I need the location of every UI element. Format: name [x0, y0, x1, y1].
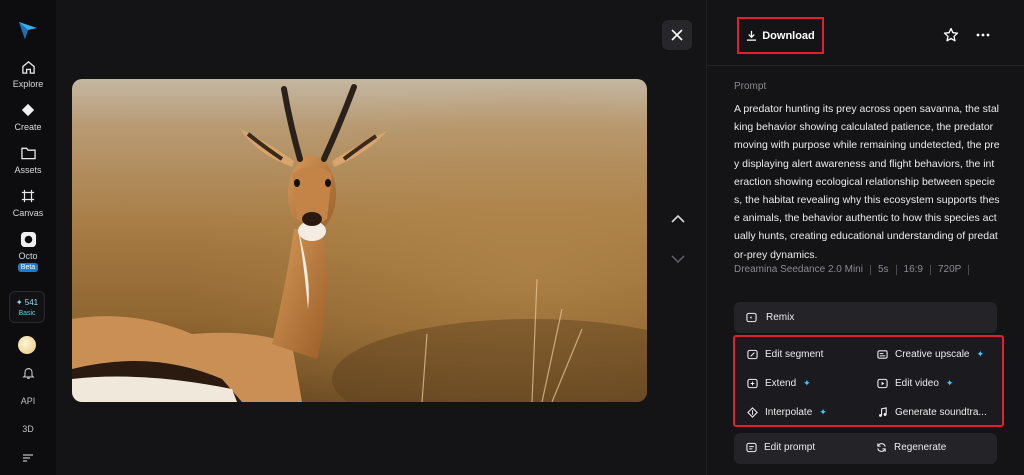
close-button[interactable] — [662, 20, 692, 50]
generate-soundtrack-button[interactable]: Generate soundtra... — [877, 407, 987, 418]
extend-icon — [747, 378, 758, 389]
beta-badge: Beta — [17, 263, 39, 272]
menu-button[interactable] — [0, 453, 56, 463]
more-options-icon[interactable] — [975, 27, 991, 43]
diamond-icon — [19, 101, 37, 119]
aspect-ratio: 16:9 — [903, 264, 923, 275]
3d-link[interactable]: 3D — [0, 424, 56, 434]
octo-icon — [19, 230, 37, 248]
divider — [895, 264, 897, 275]
edit-prompt-icon — [746, 442, 757, 453]
edit-prompt-label: Edit prompt — [764, 442, 816, 453]
avatar[interactable] — [18, 336, 36, 354]
bell-icon — [21, 368, 35, 379]
download-icon — [747, 30, 757, 41]
edit-prompt-button[interactable]: Edit prompt — [746, 442, 815, 453]
divider — [968, 264, 970, 275]
canvas-icon — [19, 187, 37, 205]
sidebar-item-label: Create — [14, 122, 42, 132]
sidebar-item-label: Canvas — [12, 208, 44, 218]
edit-segment-icon — [747, 349, 758, 360]
credits-count: ✦ 541 — [15, 297, 39, 307]
extend-label: Extend — [765, 378, 797, 389]
divider — [869, 264, 871, 275]
sidebar-item-label: Assets — [14, 165, 42, 175]
regenerate-icon — [877, 443, 886, 452]
spark-icon: ✦ — [819, 407, 827, 417]
folder-icon — [19, 144, 37, 162]
spark-icon: ✦ — [976, 349, 985, 359]
download-button[interactable]: Download — [737, 17, 824, 54]
favorite-star-icon[interactable] — [943, 27, 959, 43]
spark-icon: ✦ — [945, 378, 954, 388]
prompt-text: A predator hunting its prey across open … — [734, 103, 1000, 261]
sidebar-item-canvas[interactable]: Canvas — [0, 187, 56, 218]
video-actions-group: Edit segment Creative upscale ✦ Extend ✦… — [733, 335, 1004, 427]
download-label: Download — [762, 29, 815, 42]
next-item-button[interactable] — [669, 250, 687, 268]
sidebar-item-label: Octo — [18, 251, 38, 261]
edit-video-button[interactable]: Edit video ✦ — [877, 378, 953, 389]
resolution: 720P — [938, 264, 962, 275]
interpolate-label: Interpolate — [765, 407, 813, 418]
regenerate-button[interactable]: Regenerate — [876, 442, 946, 453]
sidebar-item-create[interactable]: Create — [0, 101, 56, 132]
upscale-icon — [877, 350, 888, 359]
interpolate-button[interactable]: Interpolate ✦ — [747, 407, 827, 418]
edit-segment-label: Edit segment — [765, 349, 824, 360]
spark-icon: ✦ — [803, 378, 811, 388]
sidebar-item-assets[interactable]: Assets — [0, 144, 56, 175]
plan-tier: Basic — [18, 309, 36, 317]
edit-segment-button[interactable]: Edit segment — [747, 349, 823, 360]
home-icon — [19, 58, 37, 76]
prompt-actions-row: Edit prompt Regenerate — [734, 433, 997, 464]
close-icon — [671, 29, 683, 41]
video-preview[interactable] — [72, 79, 647, 402]
antelope-image — [72, 79, 647, 402]
generate-soundtrack-label: Generate soundtra... — [895, 407, 987, 418]
sidebar-item-label: Explore — [12, 79, 44, 89]
notifications-button[interactable] — [0, 366, 56, 380]
spark-icon: ✦ — [15, 297, 23, 307]
details-panel: Download Prompt A predator hunting its p… — [706, 0, 1024, 475]
remix-icon — [746, 312, 757, 323]
extend-button[interactable]: Extend ✦ — [747, 378, 811, 389]
model-name: Dreamina Seedance 2.0 Mini — [734, 264, 863, 275]
remix-label: Remix — [766, 312, 795, 323]
regenerate-label: Regenerate — [894, 442, 947, 453]
sidebar: Explore Create Assets Canvas Octo Beta ✦… — [0, 0, 56, 475]
music-note-icon — [879, 407, 887, 417]
credits-badge[interactable]: ✦ 541 Basic — [9, 291, 45, 323]
edit-video-icon — [877, 378, 888, 389]
sidebar-item-octo[interactable]: Octo Beta — [0, 230, 56, 272]
media-viewer — [56, 0, 706, 475]
creative-upscale-label: Creative upscale — [895, 349, 970, 360]
duration: 5s — [877, 264, 889, 275]
divider — [930, 264, 931, 275]
previous-item-button[interactable] — [669, 210, 687, 228]
generation-meta: Dreamina Seedance 2.0 Mini 5s 16:9 720P — [734, 264, 976, 275]
menu-icon — [23, 454, 33, 462]
api-link[interactable]: API — [0, 396, 56, 406]
creative-upscale-button[interactable]: Creative upscale ✦ — [877, 349, 984, 360]
edit-video-label: Edit video — [895, 378, 939, 389]
interpolate-icon — [747, 407, 758, 418]
sidebar-item-explore[interactable]: Explore — [0, 58, 56, 89]
remix-button[interactable]: Remix — [734, 302, 997, 333]
panel-toolbar: Download — [707, 0, 1024, 66]
prompt-heading: Prompt — [734, 81, 767, 92]
app-logo-icon[interactable] — [16, 18, 40, 42]
